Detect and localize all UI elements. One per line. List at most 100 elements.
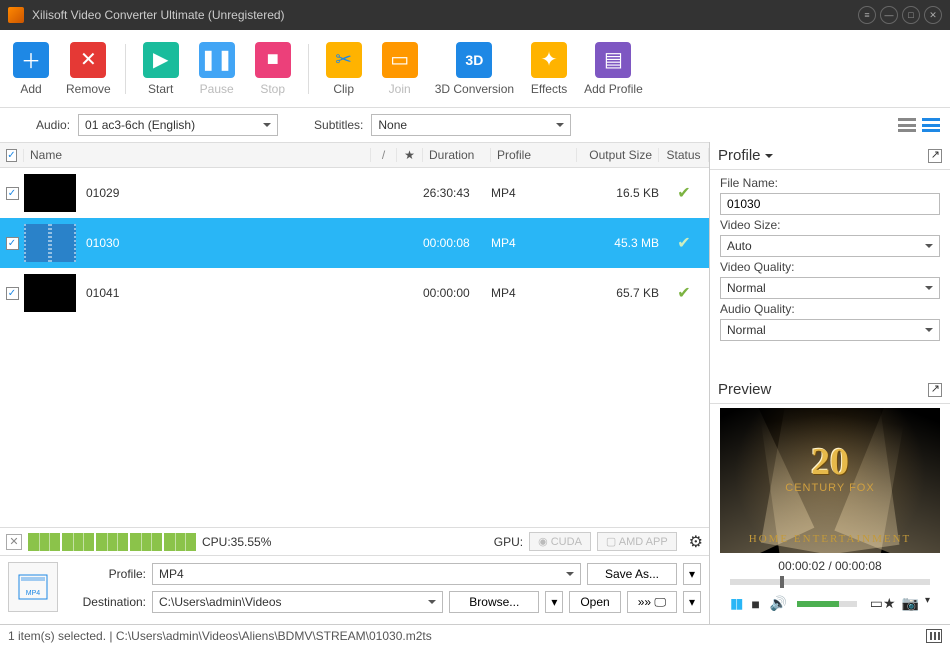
- add-button[interactable]: ＋ Add: [10, 42, 52, 96]
- col-name[interactable]: Name: [24, 148, 371, 162]
- row-checkbox[interactable]: [6, 287, 19, 300]
- profile-select[interactable]: MP4: [152, 563, 581, 585]
- remove-button[interactable]: ✕ Remove: [66, 42, 111, 96]
- destination-select[interactable]: C:\Users\admin\Videos: [152, 591, 443, 613]
- audio-select[interactable]: 01 ac3-6ch (English): [78, 114, 278, 136]
- table-row[interactable]: 0104100:00:00MP465.7 KB✔: [0, 268, 709, 318]
- destination-label: Destination:: [68, 595, 146, 609]
- audioquality-select[interactable]: Normal: [720, 319, 940, 341]
- view-list-button[interactable]: [898, 118, 916, 132]
- browse-button[interactable]: Browse...: [449, 591, 539, 613]
- amd-button[interactable]: ▢ AMD APP: [597, 532, 677, 551]
- wand-icon: ✦: [531, 42, 567, 78]
- videoquality-label: Video Quality:: [720, 260, 940, 274]
- scissors-icon: ✂: [326, 42, 362, 78]
- core-disable-button[interactable]: ✕: [6, 534, 22, 550]
- browse-menu-button[interactable]: ▾: [545, 591, 563, 613]
- check-icon: ✔: [677, 235, 690, 252]
- gear-icon[interactable]: ⚙: [689, 532, 703, 552]
- volume-slider[interactable]: [797, 601, 857, 607]
- minimize-button[interactable]: —: [880, 6, 898, 24]
- stop-icon: ■: [255, 42, 291, 78]
- statusbar: 1 item(s) selected. | C:\Users\admin\Vid…: [0, 624, 950, 646]
- snapshot-icon[interactable]: 📷: [902, 595, 919, 612]
- col-duration[interactable]: Duration: [423, 148, 491, 162]
- audio-label: Audio:: [36, 118, 70, 132]
- row-duration: 26:30:43: [423, 186, 491, 200]
- videosize-label: Video Size:: [720, 218, 940, 232]
- close-button[interactable]: ✕: [924, 6, 942, 24]
- folder-icon: ▭: [382, 42, 418, 78]
- statusbar-view-icon[interactable]: [926, 629, 942, 643]
- row-checkbox[interactable]: [6, 237, 19, 250]
- preview-play-button[interactable]: ▮▮: [730, 595, 741, 612]
- svg-text:MP4: MP4: [26, 590, 41, 597]
- save-as-button[interactable]: Save As...: [587, 563, 677, 585]
- row-outsize: 16.5 KB: [577, 186, 659, 200]
- stop-button[interactable]: ■ Stop: [252, 42, 294, 96]
- videosize-select[interactable]: Auto: [720, 235, 940, 257]
- volume-icon[interactable]: 🔊: [770, 595, 787, 612]
- row-duration: 00:00:00: [423, 286, 491, 300]
- videoquality-select[interactable]: Normal: [720, 277, 940, 299]
- thumbnail: [24, 274, 76, 312]
- row-duration: 00:00:08: [423, 236, 491, 250]
- col-star[interactable]: ★: [397, 148, 423, 162]
- window-title: Xilisoft Video Converter Ultimate (Unreg…: [32, 8, 854, 22]
- preview-stop-button[interactable]: ■: [751, 596, 759, 612]
- list-header: Name / ★ Duration Profile Output Size St…: [0, 142, 709, 168]
- seek-bar[interactable]: [730, 579, 930, 585]
- snapshot-list-icon[interactable]: ▭★: [870, 595, 896, 612]
- status-text: 1 item(s) selected. | C:\Users\admin\Vid…: [8, 629, 432, 643]
- cpu-cores: [28, 533, 196, 551]
- cuda-button[interactable]: ◉ CUDA: [529, 532, 591, 551]
- expand-preview-icon[interactable]: [928, 383, 942, 397]
- table-row[interactable]: 0102926:30:43MP416.5 KB✔: [0, 168, 709, 218]
- col-profile[interactable]: Profile: [491, 148, 577, 162]
- queue-button[interactable]: »» 🖵: [627, 591, 677, 613]
- snapshot-menu-icon[interactable]: ▾: [925, 595, 930, 612]
- check-icon: ✔: [677, 285, 690, 302]
- row-outsize: 45.3 MB: [577, 236, 659, 250]
- titlebar: Xilisoft Video Converter Ultimate (Unreg…: [0, 0, 950, 30]
- thumbnail: [24, 224, 76, 262]
- thumbnail: [24, 174, 76, 212]
- col-status[interactable]: Status: [659, 148, 709, 162]
- col-outsize[interactable]: Output Size: [577, 148, 659, 162]
- col-slash[interactable]: /: [371, 148, 397, 162]
- options-row: Audio: 01 ac3-6ch (English) Subtitles: N…: [0, 108, 950, 142]
- profile-thumb: MP4: [8, 562, 58, 612]
- maximize-button[interactable]: □: [902, 6, 920, 24]
- subtitles-select[interactable]: None: [371, 114, 571, 136]
- play-icon: ▶: [143, 42, 179, 78]
- check-icon: ✔: [677, 185, 690, 202]
- row-checkbox[interactable]: [6, 187, 19, 200]
- add-profile-button[interactable]: ▤ Add Profile: [584, 42, 643, 96]
- start-button[interactable]: ▶ Start: [140, 42, 182, 96]
- pause-icon: ❚❚: [199, 42, 235, 78]
- 3d-icon: 3D: [456, 42, 492, 78]
- preview-time: 00:00:02 / 00:00:08: [720, 559, 940, 573]
- row-name: 01041: [86, 286, 119, 300]
- expand-profile-icon[interactable]: [928, 149, 942, 163]
- audioquality-label: Audio Quality:: [720, 302, 940, 316]
- select-all-checkbox[interactable]: [6, 149, 17, 162]
- queue-menu-button[interactable]: ▾: [683, 591, 701, 613]
- row-outsize: 65.7 KB: [577, 286, 659, 300]
- effects-button[interactable]: ✦ Effects: [528, 42, 570, 96]
- pause-button[interactable]: ❚❚ Pause: [196, 42, 238, 96]
- view-detail-button[interactable]: [922, 118, 940, 132]
- join-button[interactable]: ▭ Join: [379, 42, 421, 96]
- save-as-menu-button[interactable]: ▾: [683, 563, 701, 585]
- clip-button[interactable]: ✂ Clip: [323, 42, 365, 96]
- preview-image: 20 CENTURY FOX HOME ENTERTAINMENT: [720, 408, 940, 553]
- filename-input[interactable]: [720, 193, 940, 215]
- table-row[interactable]: 0103000:00:08MP445.3 MB✔: [0, 218, 709, 268]
- row-name: 01030: [86, 236, 119, 250]
- x-icon: ✕: [70, 42, 106, 78]
- 3d-conversion-button[interactable]: 3D 3D Conversion: [435, 42, 514, 96]
- cpu-label: CPU:35.55%: [202, 535, 271, 549]
- profile-label: Profile:: [68, 567, 146, 581]
- open-button[interactable]: Open: [569, 591, 620, 613]
- menu-button[interactable]: ≡: [858, 6, 876, 24]
